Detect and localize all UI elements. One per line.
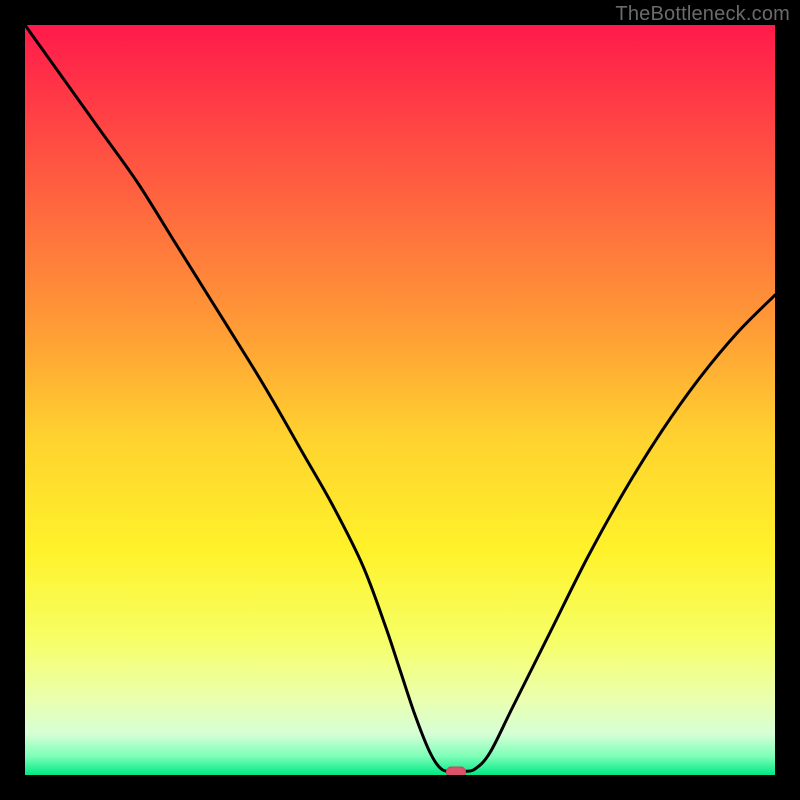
bottleneck-curve bbox=[25, 25, 775, 775]
watermark-text: TheBottleneck.com bbox=[615, 3, 790, 26]
chart-frame: TheBottleneck.com bbox=[0, 0, 800, 800]
optimum-marker bbox=[446, 767, 466, 776]
plot-area bbox=[25, 25, 775, 775]
